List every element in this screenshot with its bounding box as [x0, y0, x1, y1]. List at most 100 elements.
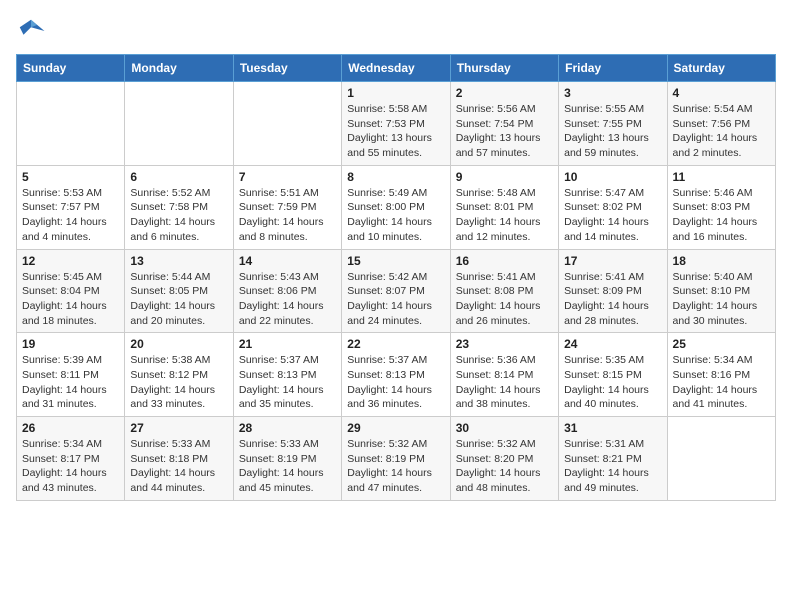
- calendar-cell: 18 Sunrise: 5:40 AM Sunset: 8:10 PM Dayli…: [667, 249, 775, 333]
- calendar-week-1: 1 Sunrise: 5:58 AM Sunset: 7:53 PM Daylig…: [17, 82, 776, 166]
- day-info: Sunrise: 5:45 AM Sunset: 8:04 PM Dayligh…: [22, 270, 119, 329]
- day-number: 17: [564, 254, 661, 268]
- weekday-header-wednesday: Wednesday: [342, 55, 450, 82]
- calendar-cell: 26Sunrise: 5:34 AM Sunset: 8:17 PM Dayli…: [17, 417, 125, 501]
- calendar-cell: 30 Sunrise: 5:32 AM Sunset: 8:20 PM Dayli…: [450, 417, 558, 501]
- calendar-cell: 10 Sunrise: 5:47 AM Sunset: 8:02 PM Dayli…: [559, 165, 667, 249]
- day-info: Sunrise: 5:35 AM Sunset: 8:15 PM Dayligh…: [564, 353, 661, 412]
- calendar-cell: 9 Sunrise: 5:48 AM Sunset: 8:01 PM Daylig…: [450, 165, 558, 249]
- calendar-cell: 24 Sunrise: 5:35 AM Sunset: 8:15 PM Dayli…: [559, 333, 667, 417]
- day-number: 16: [456, 254, 553, 268]
- day-info: Sunrise: 5:42 AM Sunset: 8:07 PM Dayligh…: [347, 270, 444, 329]
- day-info: Sunrise: 5:43 AM Sunset: 8:06 PM Dayligh…: [239, 270, 336, 329]
- calendar-cell: 20Sunrise: 5:38 AM Sunset: 8:12 PM Dayli…: [125, 333, 233, 417]
- weekday-header-sunday: Sunday: [17, 55, 125, 82]
- calendar-cell: 2 Sunrise: 5:56 AM Sunset: 7:54 PM Daylig…: [450, 82, 558, 166]
- calendar-cell: 1 Sunrise: 5:58 AM Sunset: 7:53 PM Daylig…: [342, 82, 450, 166]
- calendar-cell: 17 Sunrise: 5:41 AM Sunset: 8:09 PM Dayli…: [559, 249, 667, 333]
- day-info: Sunrise: 5:48 AM Sunset: 8:01 PM Dayligh…: [456, 186, 553, 245]
- day-number: 22: [347, 337, 444, 351]
- day-info: Sunrise: 5:31 AM Sunset: 8:21 PM Dayligh…: [564, 437, 661, 496]
- day-number: 30: [456, 421, 553, 435]
- day-number: 24: [564, 337, 661, 351]
- day-info: Sunrise: 5:58 AM Sunset: 7:53 PM Dayligh…: [347, 102, 444, 161]
- day-number: 6: [130, 170, 227, 184]
- day-number: 12: [22, 254, 119, 268]
- day-number: 13: [130, 254, 227, 268]
- calendar-cell: 4Sunrise: 5:54 AM Sunset: 7:56 PM Daylig…: [667, 82, 775, 166]
- weekday-header-tuesday: Tuesday: [233, 55, 341, 82]
- calendar-cell: [667, 417, 775, 501]
- weekday-header-saturday: Saturday: [667, 55, 775, 82]
- calendar-cell: [125, 82, 233, 166]
- day-info: Sunrise: 5:32 AM Sunset: 8:20 PM Dayligh…: [456, 437, 553, 496]
- day-number: 1: [347, 86, 444, 100]
- calendar-week-4: 19Sunrise: 5:39 AM Sunset: 8:11 PM Dayli…: [17, 333, 776, 417]
- calendar-cell: 19Sunrise: 5:39 AM Sunset: 8:11 PM Dayli…: [17, 333, 125, 417]
- calendar-cell: 16 Sunrise: 5:41 AM Sunset: 8:08 PM Dayli…: [450, 249, 558, 333]
- day-info: Sunrise: 5:36 AM Sunset: 8:14 PM Dayligh…: [456, 353, 553, 412]
- day-info: Sunrise: 5:41 AM Sunset: 8:09 PM Dayligh…: [564, 270, 661, 329]
- day-number: 3: [564, 86, 661, 100]
- calendar-week-5: 26Sunrise: 5:34 AM Sunset: 8:17 PM Dayli…: [17, 417, 776, 501]
- day-info: Sunrise: 5:37 AM Sunset: 8:13 PM Dayligh…: [347, 353, 444, 412]
- day-number: 7: [239, 170, 336, 184]
- calendar-cell: 15Sunrise: 5:42 AM Sunset: 8:07 PM Dayli…: [342, 249, 450, 333]
- day-number: 31: [564, 421, 661, 435]
- calendar-cell: 29Sunrise: 5:32 AM Sunset: 8:19 PM Dayli…: [342, 417, 450, 501]
- weekday-header-friday: Friday: [559, 55, 667, 82]
- day-number: 14: [239, 254, 336, 268]
- weekday-row: SundayMondayTuesdayWednesdayThursdayFrid…: [17, 55, 776, 82]
- day-info: Sunrise: 5:52 AM Sunset: 7:58 PM Dayligh…: [130, 186, 227, 245]
- day-number: 21: [239, 337, 336, 351]
- calendar-cell: 5 Sunrise: 5:53 AM Sunset: 7:57 PM Daylig…: [17, 165, 125, 249]
- day-info: Sunrise: 5:56 AM Sunset: 7:54 PM Dayligh…: [456, 102, 553, 161]
- day-info: Sunrise: 5:40 AM Sunset: 8:10 PM Dayligh…: [673, 270, 770, 329]
- calendar-cell: 8 Sunrise: 5:49 AM Sunset: 8:00 PM Daylig…: [342, 165, 450, 249]
- calendar-cell: 27Sunrise: 5:33 AM Sunset: 8:18 PM Dayli…: [125, 417, 233, 501]
- day-number: 5: [22, 170, 119, 184]
- page-header: [16, 16, 776, 46]
- day-number: 2: [456, 86, 553, 100]
- day-info: Sunrise: 5:49 AM Sunset: 8:00 PM Dayligh…: [347, 186, 444, 245]
- calendar-cell: 14 Sunrise: 5:43 AM Sunset: 8:06 PM Dayli…: [233, 249, 341, 333]
- day-number: 4: [673, 86, 770, 100]
- weekday-header-monday: Monday: [125, 55, 233, 82]
- logo-bird-icon: [16, 16, 46, 46]
- day-info: Sunrise: 5:39 AM Sunset: 8:11 PM Dayligh…: [22, 353, 119, 412]
- day-number: 18: [673, 254, 770, 268]
- calendar-cell: 3 Sunrise: 5:55 AM Sunset: 7:55 PM Daylig…: [559, 82, 667, 166]
- day-info: Sunrise: 5:47 AM Sunset: 8:02 PM Dayligh…: [564, 186, 661, 245]
- day-info: Sunrise: 5:53 AM Sunset: 7:57 PM Dayligh…: [22, 186, 119, 245]
- calendar-cell: 7 Sunrise: 5:51 AM Sunset: 7:59 PM Daylig…: [233, 165, 341, 249]
- day-number: 27: [130, 421, 227, 435]
- day-info: Sunrise: 5:34 AM Sunset: 8:16 PM Dayligh…: [673, 353, 770, 412]
- calendar-cell: 28Sunrise: 5:33 AM Sunset: 8:19 PM Dayli…: [233, 417, 341, 501]
- day-number: 8: [347, 170, 444, 184]
- calendar-cell: 12 Sunrise: 5:45 AM Sunset: 8:04 PM Dayli…: [17, 249, 125, 333]
- calendar-cell: 6 Sunrise: 5:52 AM Sunset: 7:58 PM Daylig…: [125, 165, 233, 249]
- day-info: Sunrise: 5:44 AM Sunset: 8:05 PM Dayligh…: [130, 270, 227, 329]
- calendar-cell: 31 Sunrise: 5:31 AM Sunset: 8:21 PM Dayli…: [559, 417, 667, 501]
- calendar-cell: 23Sunrise: 5:36 AM Sunset: 8:14 PM Dayli…: [450, 333, 558, 417]
- day-info: Sunrise: 5:33 AM Sunset: 8:19 PM Dayligh…: [239, 437, 336, 496]
- day-info: Sunrise: 5:41 AM Sunset: 8:08 PM Dayligh…: [456, 270, 553, 329]
- day-info: Sunrise: 5:37 AM Sunset: 8:13 PM Dayligh…: [239, 353, 336, 412]
- weekday-header-thursday: Thursday: [450, 55, 558, 82]
- day-info: Sunrise: 5:51 AM Sunset: 7:59 PM Dayligh…: [239, 186, 336, 245]
- day-info: Sunrise: 5:32 AM Sunset: 8:19 PM Dayligh…: [347, 437, 444, 496]
- day-number: 9: [456, 170, 553, 184]
- day-info: Sunrise: 5:55 AM Sunset: 7:55 PM Dayligh…: [564, 102, 661, 161]
- calendar-cell: 13 Sunrise: 5:44 AM Sunset: 8:05 PM Dayli…: [125, 249, 233, 333]
- calendar-cell: [233, 82, 341, 166]
- day-info: Sunrise: 5:38 AM Sunset: 8:12 PM Dayligh…: [130, 353, 227, 412]
- day-number: 10: [564, 170, 661, 184]
- calendar-cell: 11Sunrise: 5:46 AM Sunset: 8:03 PM Dayli…: [667, 165, 775, 249]
- logo: [16, 16, 50, 46]
- calendar-header: SundayMondayTuesdayWednesdayThursdayFrid…: [17, 55, 776, 82]
- calendar-cell: 25Sunrise: 5:34 AM Sunset: 8:16 PM Dayli…: [667, 333, 775, 417]
- calendar-week-2: 5 Sunrise: 5:53 AM Sunset: 7:57 PM Daylig…: [17, 165, 776, 249]
- calendar-table: SundayMondayTuesdayWednesdayThursdayFrid…: [16, 54, 776, 501]
- calendar-body: 1 Sunrise: 5:58 AM Sunset: 7:53 PM Daylig…: [17, 82, 776, 501]
- calendar-cell: [17, 82, 125, 166]
